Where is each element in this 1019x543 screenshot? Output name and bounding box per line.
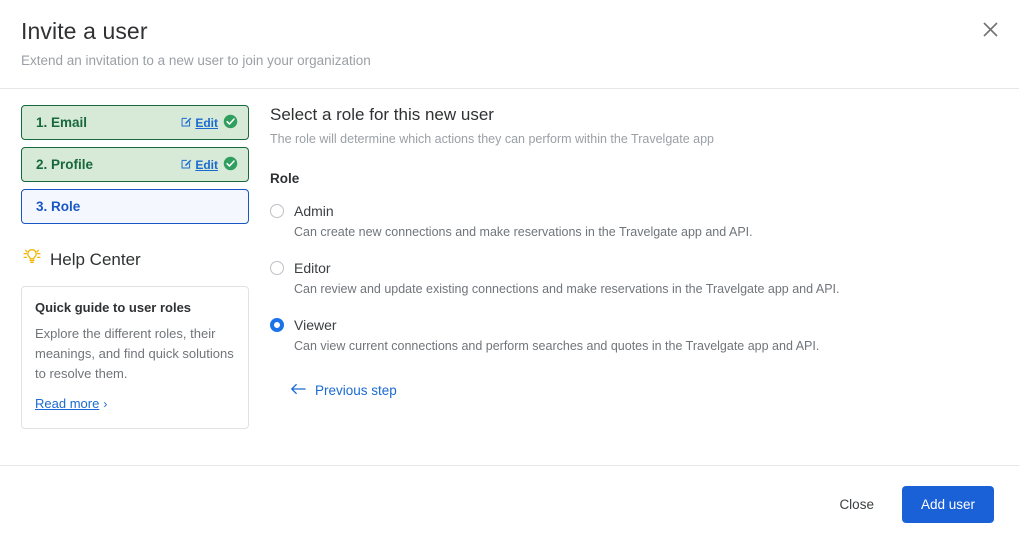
role-radio-group: Admin Can create new connections and mak… bbox=[270, 203, 998, 353]
add-user-button[interactable]: Add user bbox=[901, 486, 994, 523]
check-circle-icon bbox=[223, 156, 238, 174]
step-edit-link-email[interactable]: Edit bbox=[181, 116, 218, 130]
radio-description-editor: Can review and update existing connectio… bbox=[294, 282, 840, 296]
edit-pencil-icon bbox=[181, 158, 192, 172]
radio-option-viewer[interactable]: Viewer bbox=[270, 317, 998, 333]
step-actions: Edit bbox=[181, 114, 238, 132]
radio-option-editor[interactable]: Editor bbox=[270, 260, 998, 276]
previous-step-link[interactable]: Previous step bbox=[290, 383, 397, 398]
radio-button-viewer[interactable] bbox=[270, 318, 284, 332]
close-button-footer[interactable]: Close bbox=[825, 488, 888, 521]
read-more-label: Read more bbox=[35, 396, 100, 412]
edit-pencil-icon bbox=[181, 116, 192, 130]
arrow-left-icon bbox=[290, 383, 306, 398]
read-more-link[interactable]: Read more › bbox=[35, 396, 107, 411]
step-edit-label: Edit bbox=[195, 115, 218, 130]
lightbulb-icon bbox=[22, 247, 42, 272]
page-title: Invite a user bbox=[21, 18, 148, 44]
help-card: Quick guide to user roles Explore the di… bbox=[21, 286, 249, 430]
help-center-title: Help Center bbox=[50, 249, 141, 269]
radio-label-admin: Admin bbox=[294, 203, 334, 219]
step-actions: Edit bbox=[181, 156, 238, 174]
chevron-right-icon: › bbox=[103, 396, 108, 411]
step-edit-label: Edit bbox=[195, 157, 218, 172]
dialog-body: 1. Email Edit 2. Profile Edit 3. Role He… bbox=[0, 89, 1019, 465]
step-item-profile[interactable]: 2. Profile Edit bbox=[21, 147, 249, 182]
step-label: 2. Profile bbox=[36, 157, 94, 172]
radio-option-admin[interactable]: Admin bbox=[270, 203, 998, 219]
check-circle-icon bbox=[223, 114, 238, 132]
radio-description-admin: Can create new connections and make rese… bbox=[294, 225, 753, 239]
dialog-footer: Close Add user bbox=[0, 465, 1019, 543]
steps-sidebar: 1. Email Edit 2. Profile Edit 3. Role He… bbox=[21, 105, 249, 465]
help-card-title: Quick guide to user roles bbox=[35, 300, 192, 315]
role-selection-panel: Select a role for this new user The role… bbox=[270, 105, 998, 465]
radio-label-viewer: Viewer bbox=[294, 317, 337, 333]
step-item-email[interactable]: 1. Email Edit bbox=[21, 105, 249, 140]
radio-description-viewer: Can view current connections and perform… bbox=[294, 339, 820, 353]
close-button[interactable] bbox=[975, 14, 1005, 44]
previous-step-label: Previous step bbox=[315, 383, 397, 398]
role-field-label: Role bbox=[270, 171, 300, 186]
close-icon bbox=[982, 21, 999, 38]
step-label: 3. Role bbox=[36, 199, 81, 214]
invite-user-dialog: Invite a user Extend an invitation to a … bbox=[0, 0, 1019, 543]
step-label: 1. Email bbox=[36, 115, 88, 130]
step-edit-link-profile[interactable]: Edit bbox=[181, 158, 218, 172]
step-item-role[interactable]: 3. Role bbox=[21, 189, 249, 224]
section-subtitle: The role will determine which actions th… bbox=[270, 132, 714, 146]
radio-button-editor[interactable] bbox=[270, 261, 284, 275]
help-center-header: Help Center bbox=[22, 247, 249, 272]
help-card-text: Explore the different roles, their meani… bbox=[35, 326, 234, 381]
radio-label-editor: Editor bbox=[294, 260, 331, 276]
dialog-header: Invite a user Extend an invitation to a … bbox=[0, 0, 1019, 89]
page-subtitle: Extend an invitation to a new user to jo… bbox=[21, 52, 371, 68]
radio-button-admin[interactable] bbox=[270, 204, 284, 218]
section-title: Select a role for this new user bbox=[270, 105, 494, 124]
